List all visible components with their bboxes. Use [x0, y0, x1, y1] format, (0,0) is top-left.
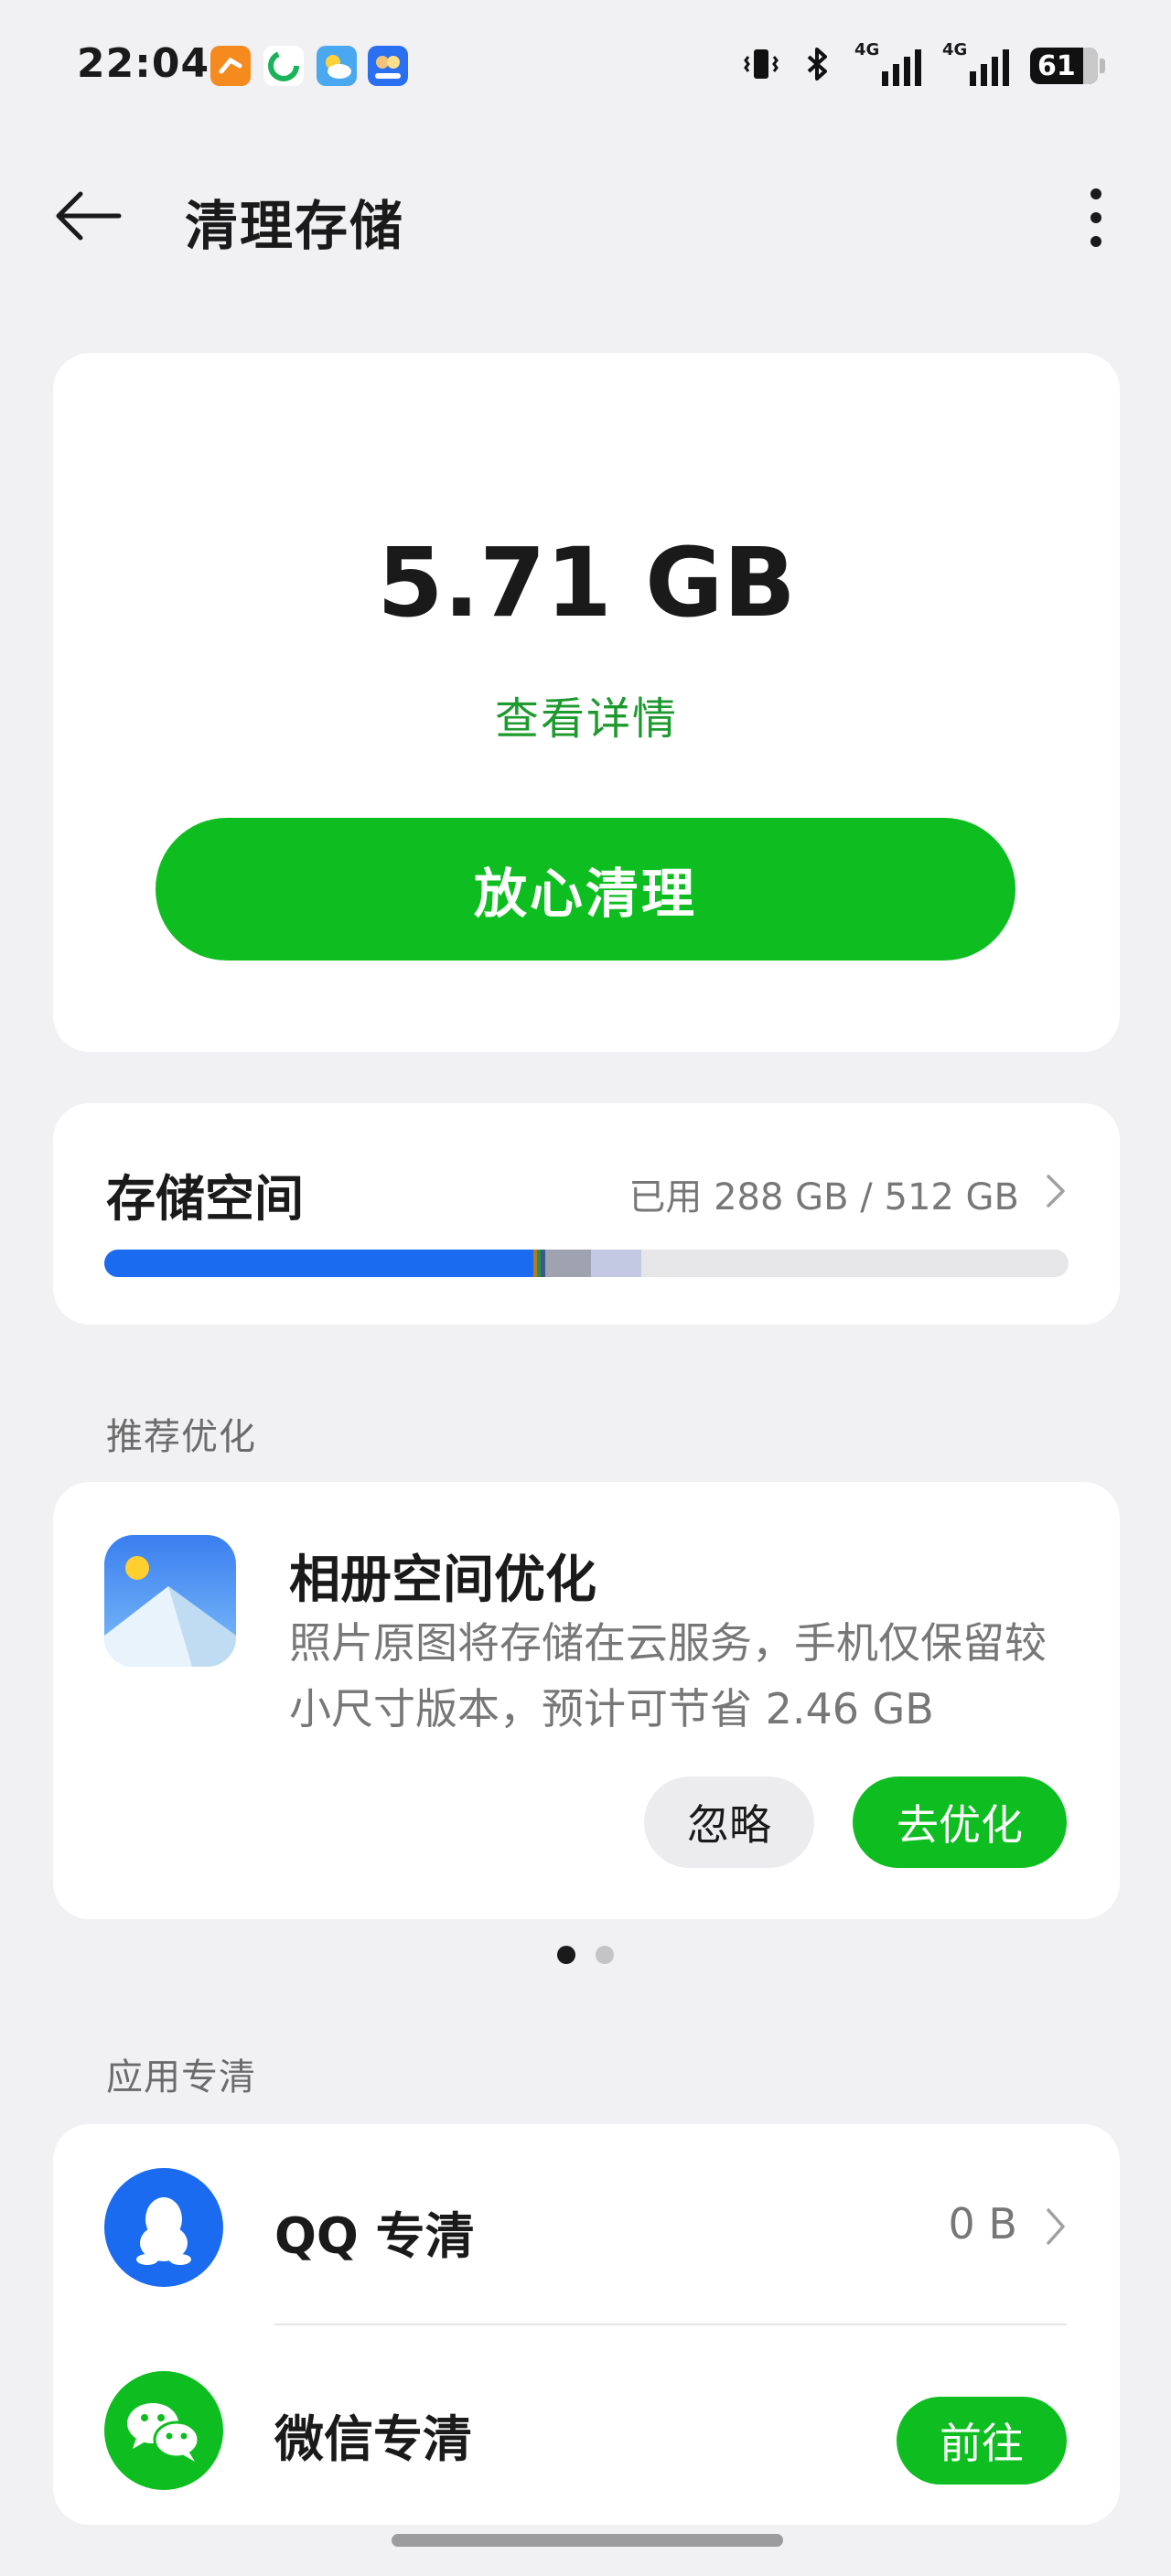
qq-clean-label: QQ 专清	[274, 2207, 475, 2265]
junk-size: 5.71 GB	[377, 527, 796, 639]
page-title: 清理存储	[185, 195, 405, 257]
chevron-right-icon	[1045, 1173, 1067, 1213]
junk-summary-card: 5.71 GB 查看详情 放心清理	[53, 353, 1120, 1052]
clean-storage-screen: 22:04 4G 4G 61 清理存储 5.71 GB 查看详情 放心清理 存储…	[0, 0, 1171, 2576]
signal-icon-sim1: 4G	[854, 40, 924, 88]
home-indicator[interactable]	[392, 2534, 783, 2547]
storage-usage: 已用 288 GB / 512 GB	[628, 1176, 1019, 1218]
qq-clean-size: 0 B	[948, 2199, 1017, 2249]
orange-app-icon	[210, 46, 251, 86]
storage-segment-primary	[104, 1250, 534, 1277]
storage-segment-lavender	[591, 1250, 641, 1277]
more-dot	[1090, 212, 1101, 223]
app-clean-section-label: 应用专清	[106, 2056, 256, 2098]
more-options-button[interactable]	[1069, 183, 1123, 252]
weather-icon	[317, 46, 357, 86]
more-dot	[1090, 236, 1101, 247]
app-header: 清理存储	[0, 156, 1171, 274]
recommend-title: 相册空间优化	[289, 1551, 596, 1610]
qq-clean-row[interactable]: QQ 专清 0 B	[53, 2124, 1120, 2318]
signal-icon-sim2: 4G	[942, 40, 1012, 88]
status-time: 22:04	[77, 40, 210, 87]
storage-space-card[interactable]: 存储空间 已用 288 GB / 512 GB	[53, 1103, 1120, 1325]
row-divider	[274, 2324, 1067, 2325]
page-dot	[596, 1946, 614, 1964]
optimize-button[interactable]: 去优化	[853, 1776, 1067, 1868]
wechat-clean-row: 微信专清 前往	[53, 2327, 1120, 2521]
battery-level: 61	[1037, 49, 1076, 82]
gallery-icon	[104, 1535, 236, 1667]
storage-title: 存储空间	[106, 1170, 304, 1228]
back-button[interactable]	[51, 181, 134, 251]
page-indicator	[0, 1946, 1171, 1964]
view-details-link[interactable]: 查看详情	[53, 682, 1120, 746]
green-app-icon	[263, 46, 304, 86]
vibrate-icon	[741, 44, 781, 88]
go-button[interactable]: 前往	[897, 2397, 1067, 2485]
storage-usage-bar	[104, 1250, 1069, 1277]
storage-segment-gray	[544, 1250, 592, 1277]
status-indicators: 4G 4G 61	[741, 40, 1105, 91]
ignore-button[interactable]: 忽略	[644, 1776, 814, 1868]
wechat-clean-label: 微信专清	[274, 2410, 472, 2468]
wechat-icon	[104, 2371, 223, 2490]
status-bar: 22:04 4G 4G 61	[0, 0, 1171, 128]
battery-icon: 61	[1030, 48, 1105, 84]
recommend-description: 照片原图将存储在云服务，手机仅保留较小尺寸版本，预计可节省 2.46 GB	[289, 1618, 1047, 1733]
back-arrow-icon	[56, 191, 122, 241]
more-dot	[1090, 188, 1101, 199]
recommend-section-label: 推荐优化	[106, 1416, 256, 1458]
page-dot	[557, 1946, 575, 1964]
chevron-right-icon	[1045, 2206, 1067, 2250]
recommend-card: 相册空间优化 照片原图将存储在云服务，手机仅保留较小尺寸版本，预计可节省 2.4…	[53, 1482, 1120, 1919]
blue-app-icon	[368, 46, 408, 86]
bluetooth-icon	[800, 44, 836, 88]
clean-button[interactable]: 放心清理	[156, 818, 1015, 961]
app-clean-card: QQ 专清 0 B 微信专清 前往	[53, 2124, 1120, 2525]
qq-icon	[104, 2168, 223, 2287]
